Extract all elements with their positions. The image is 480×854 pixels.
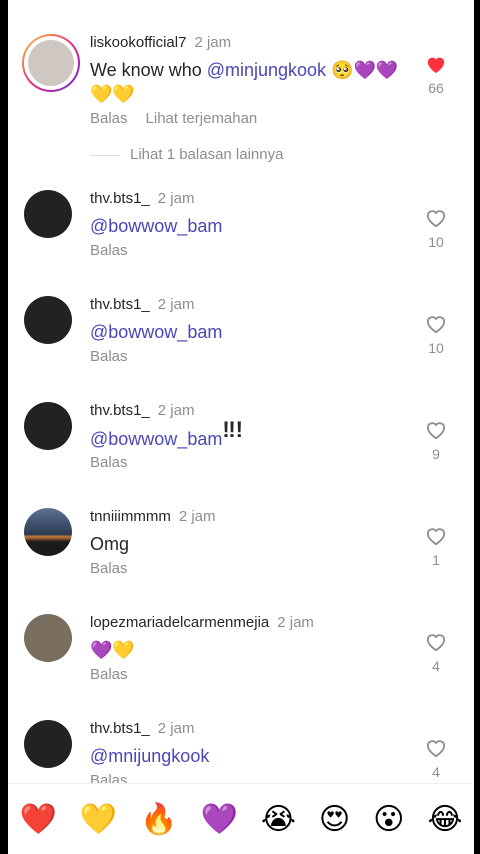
avatar[interactable] <box>22 34 80 92</box>
like-count: 9 <box>432 446 440 462</box>
comment-username-line: tnniiimmmm 2 jam <box>90 508 216 525</box>
heart-outline-icon[interactable] <box>425 632 447 652</box>
reaction-laughing[interactable]: 😂 <box>427 802 462 837</box>
avatar[interactable] <box>24 296 72 344</box>
comment-username-line: thv.bts1_ 2 jam <box>90 296 194 313</box>
heart-outline-icon[interactable] <box>425 526 447 546</box>
username[interactable]: thv.bts1_ <box>90 190 150 207</box>
like-count: 1 <box>432 552 440 568</box>
timestamp: 2 jam <box>157 190 195 207</box>
avatar-image <box>28 40 74 86</box>
avatar[interactable] <box>24 720 72 768</box>
comment-actions: Balas Lihat terjemahan <box>90 110 275 127</box>
reaction-fire[interactable]: 🔥 <box>140 802 177 837</box>
quick-reactions-bar: ❤️ 💛 🔥 💜 😭 😍 😮 😂 <box>8 783 474 854</box>
comment-tail: ‼! <box>222 417 243 442</box>
avatar[interactable] <box>24 402 72 450</box>
comment-text: @bowwow_bam <box>90 320 400 344</box>
like-count: 10 <box>428 340 444 356</box>
reply-button[interactable]: Balas <box>90 454 128 471</box>
reaction-surprised[interactable]: 😮 <box>373 802 404 837</box>
avatar[interactable] <box>24 508 72 556</box>
like-count: 10 <box>428 234 444 250</box>
like-control[interactable]: 4 <box>424 738 448 780</box>
like-count: 4 <box>432 764 440 780</box>
timestamp: 2 jam <box>194 34 232 51</box>
reaction-purple-heart[interactable]: 💜 <box>201 802 238 837</box>
reaction-heart-eyes[interactable]: 😍 <box>319 802 350 837</box>
mention-link[interactable]: @bowwow_bam <box>90 322 222 342</box>
like-control[interactable]: 10 <box>424 208 448 250</box>
reaction-crying[interactable]: 😭 <box>261 802 296 837</box>
reply-button[interactable]: Balas <box>90 560 128 577</box>
heart-outline-icon[interactable] <box>425 208 447 228</box>
mention-link[interactable]: @bowwow_bam <box>90 216 222 236</box>
comment-username-line: lopezmariadelcarmenmejia 2 jam <box>90 614 314 631</box>
heart-outline-icon[interactable] <box>425 314 447 334</box>
reply-button[interactable]: Balas <box>90 348 128 365</box>
timestamp: 2 jam <box>157 720 195 737</box>
like-control[interactable]: 9 <box>424 420 448 462</box>
heart-filled-icon[interactable] <box>425 54 447 74</box>
heart-outline-icon[interactable] <box>425 420 447 440</box>
reply-button[interactable]: Balas <box>90 666 128 683</box>
mention-link[interactable]: @minjungkook <box>207 60 326 80</box>
reaction-red-heart[interactable]: ❤️ <box>19 802 56 837</box>
username[interactable]: thv.bts1_ <box>90 296 150 313</box>
comment-username-line: liskookofficial7 2 jam <box>90 34 231 51</box>
comment-text: 💜💛 <box>90 640 135 660</box>
avatar[interactable] <box>24 190 72 238</box>
reply-button[interactable]: Balas <box>90 110 128 127</box>
comments-sheet: liskookofficial7 2 jam We know who @minju… <box>8 0 474 854</box>
view-more-replies-button[interactable]: Lihat 1 balasan lainnya <box>90 146 283 163</box>
comment-text: @bowwow_bam‼! <box>90 418 400 451</box>
avatar[interactable] <box>24 614 72 662</box>
like-control[interactable]: 4 <box>424 632 448 674</box>
comment-text: Omg <box>90 534 130 554</box>
comment-username-line: thv.bts1_ 2 jam <box>90 720 194 737</box>
username[interactable]: lopezmariadelcarmenmejia <box>90 614 269 631</box>
translate-button[interactable]: Lihat terjemahan <box>146 110 258 127</box>
mention-link[interactable]: @mnijungkook <box>90 746 209 766</box>
username[interactable]: liskookofficial7 <box>90 34 186 51</box>
like-count: 4 <box>432 658 440 674</box>
reply-button[interactable]: Balas <box>90 242 128 259</box>
username[interactable]: thv.bts1_ <box>90 720 150 737</box>
username[interactable]: thv.bts1_ <box>90 402 150 419</box>
comment-text: @mnijungkook <box>90 744 400 768</box>
comment-text: @bowwow_bam <box>90 214 400 238</box>
comment-text: We know who @minjungkook 🥺💜💜💛💛 <box>90 58 400 106</box>
mention-link[interactable]: @bowwow_bam <box>90 429 222 449</box>
username[interactable]: tnniiimmmm <box>90 508 171 525</box>
like-count: 66 <box>428 80 444 96</box>
comment-body: We know who <box>90 60 207 80</box>
like-control[interactable]: 66 <box>424 54 448 96</box>
timestamp: 2 jam <box>157 402 195 419</box>
heart-outline-icon[interactable] <box>425 738 447 758</box>
comment-username-line: thv.bts1_ 2 jam <box>90 190 194 207</box>
timestamp: 2 jam <box>157 296 195 313</box>
timestamp: 2 jam <box>178 508 216 525</box>
reaction-yellow-heart[interactable]: 💛 <box>80 802 117 837</box>
comment-username-line: thv.bts1_ 2 jam <box>90 402 194 419</box>
timestamp: 2 jam <box>277 614 314 631</box>
like-control[interactable]: 1 <box>424 526 448 568</box>
like-control[interactable]: 10 <box>424 314 448 356</box>
